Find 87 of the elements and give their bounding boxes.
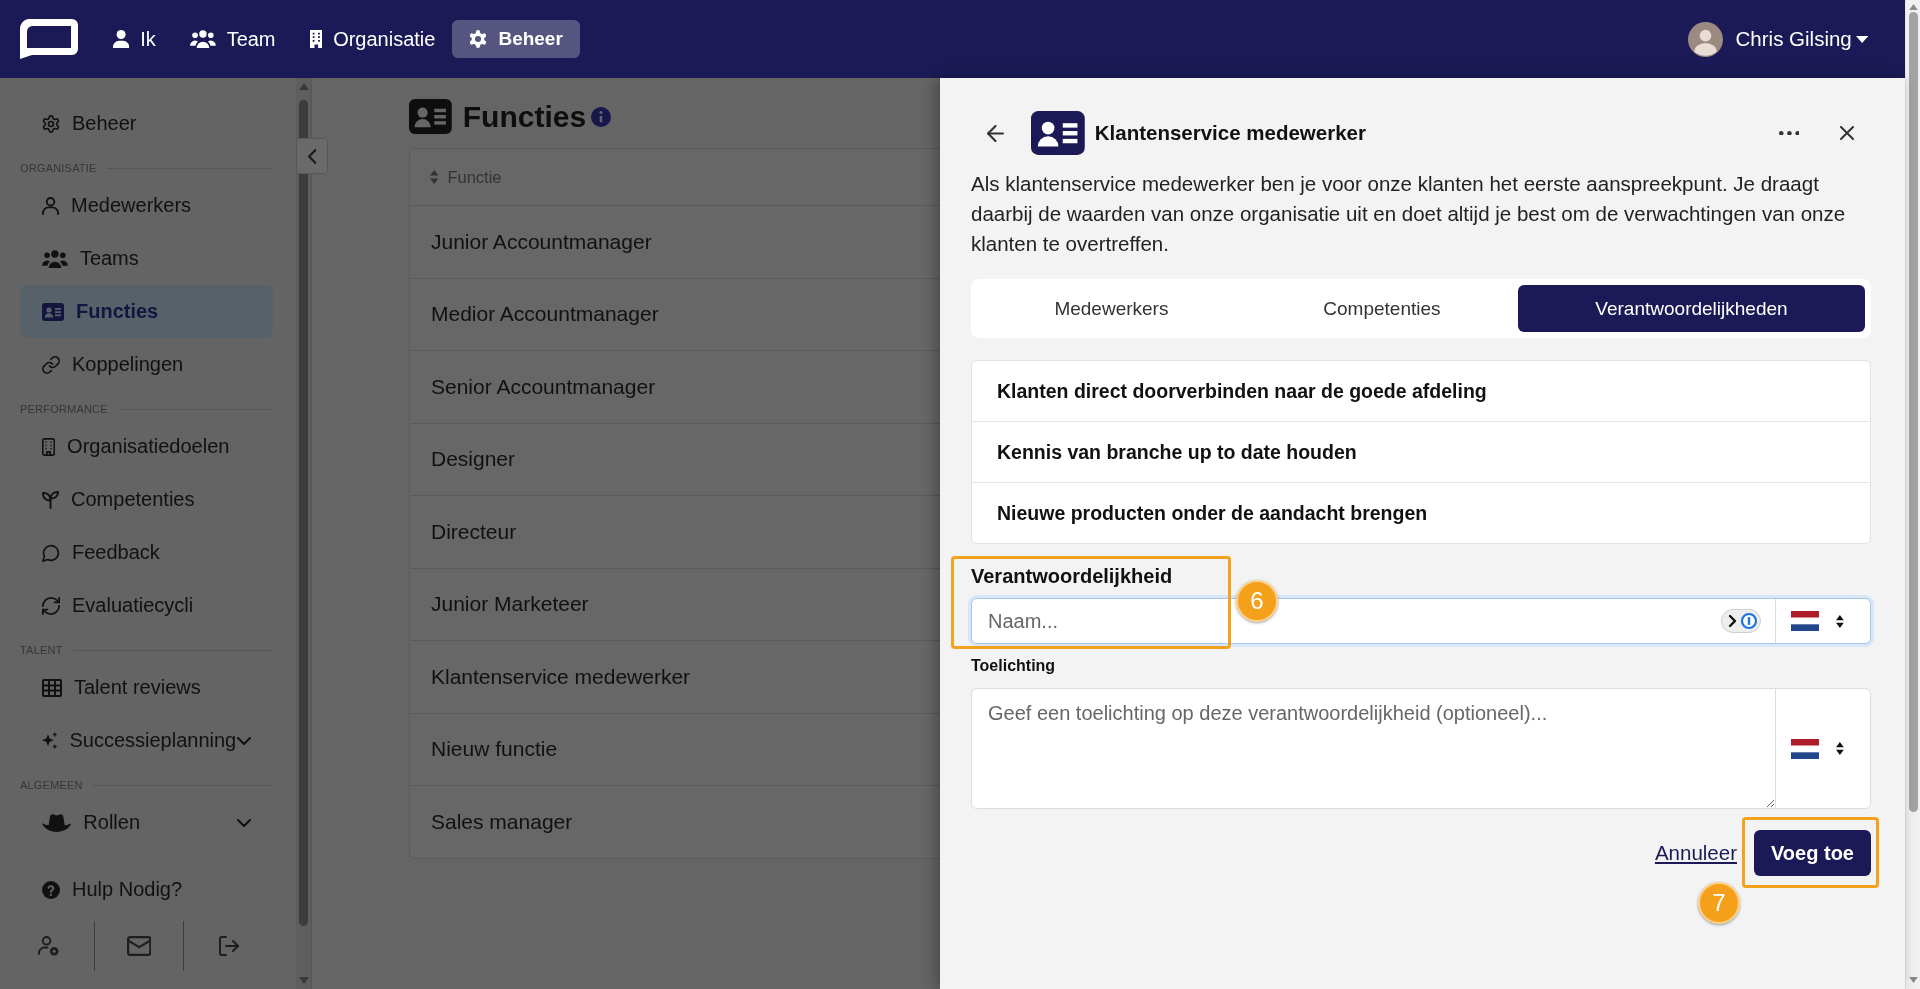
page-title: Functies [462,99,587,134]
help-icon [42,880,60,899]
gear-icon [42,114,60,133]
field-label: Verantwoordelijkheid [971,565,1174,587]
sidebar-item[interactable]: Rollen [20,796,273,849]
nav-item[interactable]: Beheer [452,20,580,58]
refresh-icon [42,596,60,615]
link-icon [42,355,60,374]
hat-icon [42,813,72,832]
sidebar-item[interactable]: Functies [20,285,273,338]
sidebar-item[interactable]: Organisatiedoelen [20,420,273,473]
grid-icon [42,678,62,697]
scroll-down-icon[interactable] [298,977,309,984]
help-link[interactable]: Hulp Nodig? [20,863,273,916]
table-cell: Directeur [431,519,517,544]
sort-icon [1836,742,1844,755]
table-cell: Klantenservice medewerker [431,664,691,689]
scroll-down-icon[interactable] [1908,977,1918,983]
mail-icon [126,936,152,956]
building-icon [42,437,56,456]
nav-item[interactable]: Team [172,20,293,58]
table-cell: Sales manager [431,809,573,834]
sidebar-item[interactable]: Teams [20,232,273,285]
logo-icon[interactable] [18,19,78,59]
nav-item[interactable]: Organisatie [292,20,453,58]
info-icon[interactable] [591,106,612,127]
chevron-left-icon [307,148,317,164]
close-icon [1840,126,1854,140]
autofill-icon[interactable] [1721,609,1761,633]
submit-button[interactable]: Voeg toe [1754,830,1871,876]
back-arrow-icon [986,124,1004,142]
scroll-up-icon[interactable] [1908,4,1918,10]
avatar-icon [1687,21,1723,57]
panel-description: Als klantenservice medewerker ben je voor onze klanten het eerste aanspreekpunt. Je draagt daarbij de waarden van onze organisatie uit en doet altijd je best om de verwachtingen van onze klanten te overtreffen. [971,171,1847,257]
people-icon [189,30,216,48]
sidebar-item[interactable]: Feedback [20,526,273,579]
people-icon [42,249,68,268]
table-cell: Nieuw functie [431,737,558,762]
chevron-down-icon [237,818,251,827]
scroll-up-icon[interactable] [298,83,309,90]
responsibility-item[interactable]: Kennis van branche up to date houden [972,421,1870,482]
id-card-icon [1031,111,1085,155]
sidebar-item[interactable]: Talent reviews [20,661,273,714]
person-icon [113,30,130,48]
cancel-link[interactable]: Annuleer [1654,841,1737,865]
table-cell: Senior Accountmanager [431,374,656,399]
caret-down-icon [1855,35,1868,43]
sort-icon [430,170,439,184]
responsibility-item[interactable]: Nieuwe producten onder de aandacht brengen [972,482,1870,543]
table-cell: Medior Accountmanager [431,302,659,327]
sparkles-icon [42,731,58,750]
sprout-icon [42,490,60,509]
more-icon [1778,130,1800,136]
flag-icon [1791,738,1819,759]
sidebar-item[interactable]: Successieplanning [20,714,273,767]
panel-title: Klantenservice medewerker [1094,121,1366,145]
responsibility-item[interactable]: Klanten direct doorverbinden naar de goede afdeling [972,361,1870,421]
logout-icon [218,936,239,956]
chat-bubble-icon [42,543,60,562]
sidebar-item[interactable]: Koppelingen [20,338,273,391]
table-cell: Junior Marketeer [431,592,589,617]
table-cell: Junior Accountmanager [431,229,652,254]
chevron-down-icon [237,736,251,745]
id-card-icon [409,99,452,134]
flag-icon [1791,611,1819,631]
building-icon [309,30,323,48]
sidebar-item[interactable]: Evaluatiecycli [20,579,273,632]
step-marker: 6 [1236,580,1278,622]
sidebar-item[interactable]: Competenties [20,473,273,526]
gear-icon [469,30,488,48]
person-gear-icon [38,936,60,956]
scrollbar-thumb[interactable] [299,100,308,926]
tab[interactable]: Competenties [1245,285,1518,332]
sort-icon [1836,614,1844,628]
field-label: Toelichting [971,657,1057,675]
tab[interactable]: Verantwoordelijkheden [1517,285,1865,332]
nav-item[interactable]: Ik [96,20,173,58]
collapse-sidebar-button[interactable] [296,138,328,174]
user-menu[interactable]: Chris Gilsing [1687,21,1868,57]
tab[interactable]: Medewerkers [977,285,1246,332]
table-cell: Designer [431,447,516,472]
step-marker: 7 [1698,882,1740,924]
scrollbar-thumb[interactable] [1908,12,1918,812]
person-icon [42,196,60,215]
sidebar-item[interactable]: Medewerkers [20,179,273,232]
id-card-icon [42,302,64,321]
sidebar-item[interactable]: Beheer [20,97,273,150]
